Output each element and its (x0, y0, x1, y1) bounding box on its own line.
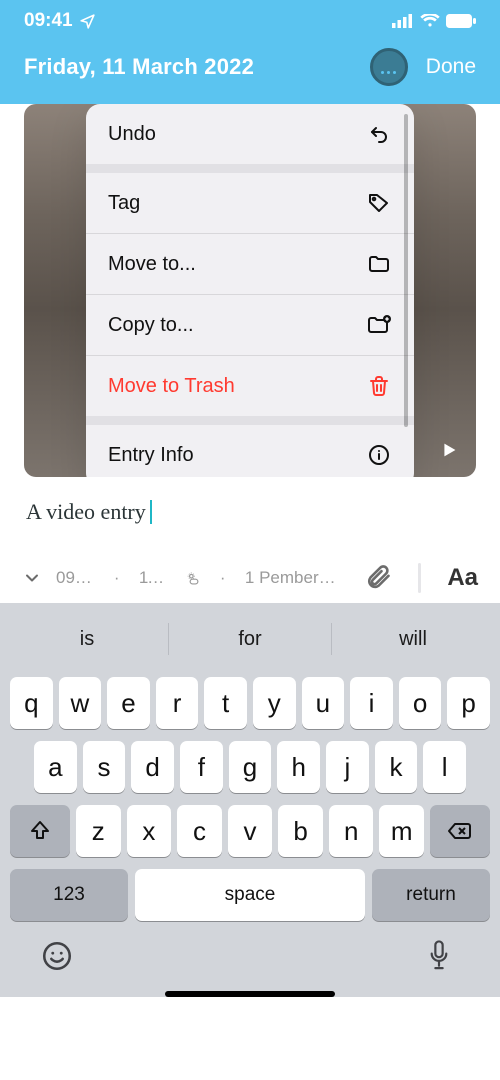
folder-plus-icon (366, 312, 392, 338)
menu-tag-label: Tag (108, 192, 140, 215)
toolbar-divider (418, 563, 422, 593)
key-shift[interactable] (10, 805, 70, 857)
key-p[interactable]: p (447, 677, 490, 729)
weather-icon (186, 570, 200, 586)
menu-move-to[interactable]: Move to... (86, 233, 414, 294)
key-space[interactable]: space (135, 869, 365, 921)
menu-trash-label: Move to Trash (108, 375, 235, 398)
key-y[interactable]: y (253, 677, 296, 729)
key-l[interactable]: l (423, 741, 466, 793)
play-icon[interactable] (438, 439, 460, 461)
menu-copy-label: Copy to... (108, 314, 194, 337)
mic-button[interactable] (424, 939, 460, 975)
suggestion-3[interactable]: will (332, 613, 494, 665)
menu-entry-info[interactable]: Entry Info (86, 425, 414, 477)
toolbar-location[interactable]: 1 Pemberto... (245, 568, 336, 588)
emoji-button[interactable] (40, 939, 76, 975)
key-backspace[interactable] (430, 805, 490, 857)
entry-text-value: A video entry (26, 499, 146, 525)
menu-move-to-trash[interactable]: Move to Trash (86, 355, 414, 416)
key-z[interactable]: z (76, 805, 121, 857)
key-e[interactable]: e (107, 677, 150, 729)
status-time: 09:41 (24, 10, 73, 32)
undo-icon (366, 121, 392, 147)
menu-copy-to[interactable]: Copy to... (86, 294, 414, 355)
key-g[interactable]: g (229, 741, 272, 793)
key-n[interactable]: n (329, 805, 374, 857)
key-d[interactable]: d (131, 741, 174, 793)
suggestion-1[interactable]: is (6, 613, 168, 665)
key-123[interactable]: 123 (10, 869, 128, 921)
more-button[interactable] (370, 48, 408, 86)
wifi-icon (420, 14, 440, 28)
tag-icon (366, 190, 392, 216)
key-return[interactable]: return (372, 869, 490, 921)
key-a[interactable]: a (34, 741, 77, 793)
done-button[interactable]: Done (426, 55, 476, 79)
key-o[interactable]: o (399, 677, 442, 729)
chevron-down-icon[interactable] (22, 568, 42, 588)
key-s[interactable]: s (83, 741, 126, 793)
key-h[interactable]: h (277, 741, 320, 793)
key-t[interactable]: t (204, 677, 247, 729)
entry-text-input[interactable]: A video entry (0, 477, 500, 525)
keyboard: is for will q w e r t y u i o p a s d f … (0, 603, 500, 997)
key-v[interactable]: v (228, 805, 273, 857)
suggestion-2[interactable]: for (169, 613, 331, 665)
cellular-icon (392, 14, 414, 28)
key-x[interactable]: x (127, 805, 172, 857)
menu-scrollbar[interactable] (404, 114, 408, 427)
key-k[interactable]: k (375, 741, 418, 793)
key-j[interactable]: j (326, 741, 369, 793)
menu-tag[interactable]: Tag (86, 173, 414, 233)
key-q[interactable]: q (10, 677, 53, 729)
key-c[interactable]: c (177, 805, 222, 857)
menu-move-label: Move to... (108, 253, 196, 276)
text-format-button[interactable]: Aa (447, 564, 478, 592)
toolbar-weather[interactable]: 11°C (139, 568, 172, 588)
location-arrow-icon (79, 13, 96, 30)
key-i[interactable]: i (350, 677, 393, 729)
key-m[interactable]: m (379, 805, 424, 857)
key-b[interactable]: b (278, 805, 323, 857)
attachment-button[interactable] (364, 563, 392, 593)
menu-undo[interactable]: Undo (86, 104, 414, 164)
entry-toolbar: 09:33 · 11°C · 1 Pemberto... Aa (0, 525, 500, 603)
status-bar: 09:41 (0, 0, 500, 36)
menu-info-label: Entry Info (108, 444, 194, 467)
video-preview[interactable]: Undo Tag Move to... Copy to... Move to T… (24, 104, 476, 477)
home-indicator[interactable] (165, 991, 335, 997)
text-cursor (150, 500, 152, 524)
page-title: Friday, 11 March 2022 (24, 54, 254, 80)
toolbar-time[interactable]: 09:33 (56, 568, 94, 588)
key-u[interactable]: u (302, 677, 345, 729)
folder-icon (366, 251, 392, 277)
battery-icon (446, 14, 476, 28)
menu-undo-label: Undo (108, 123, 156, 146)
keyboard-suggestions: is for will (6, 613, 494, 665)
key-f[interactable]: f (180, 741, 223, 793)
trash-icon (366, 373, 392, 399)
key-r[interactable]: r (156, 677, 199, 729)
info-icon (366, 442, 392, 468)
context-menu: Undo Tag Move to... Copy to... Move to T… (86, 104, 414, 477)
key-w[interactable]: w (59, 677, 102, 729)
